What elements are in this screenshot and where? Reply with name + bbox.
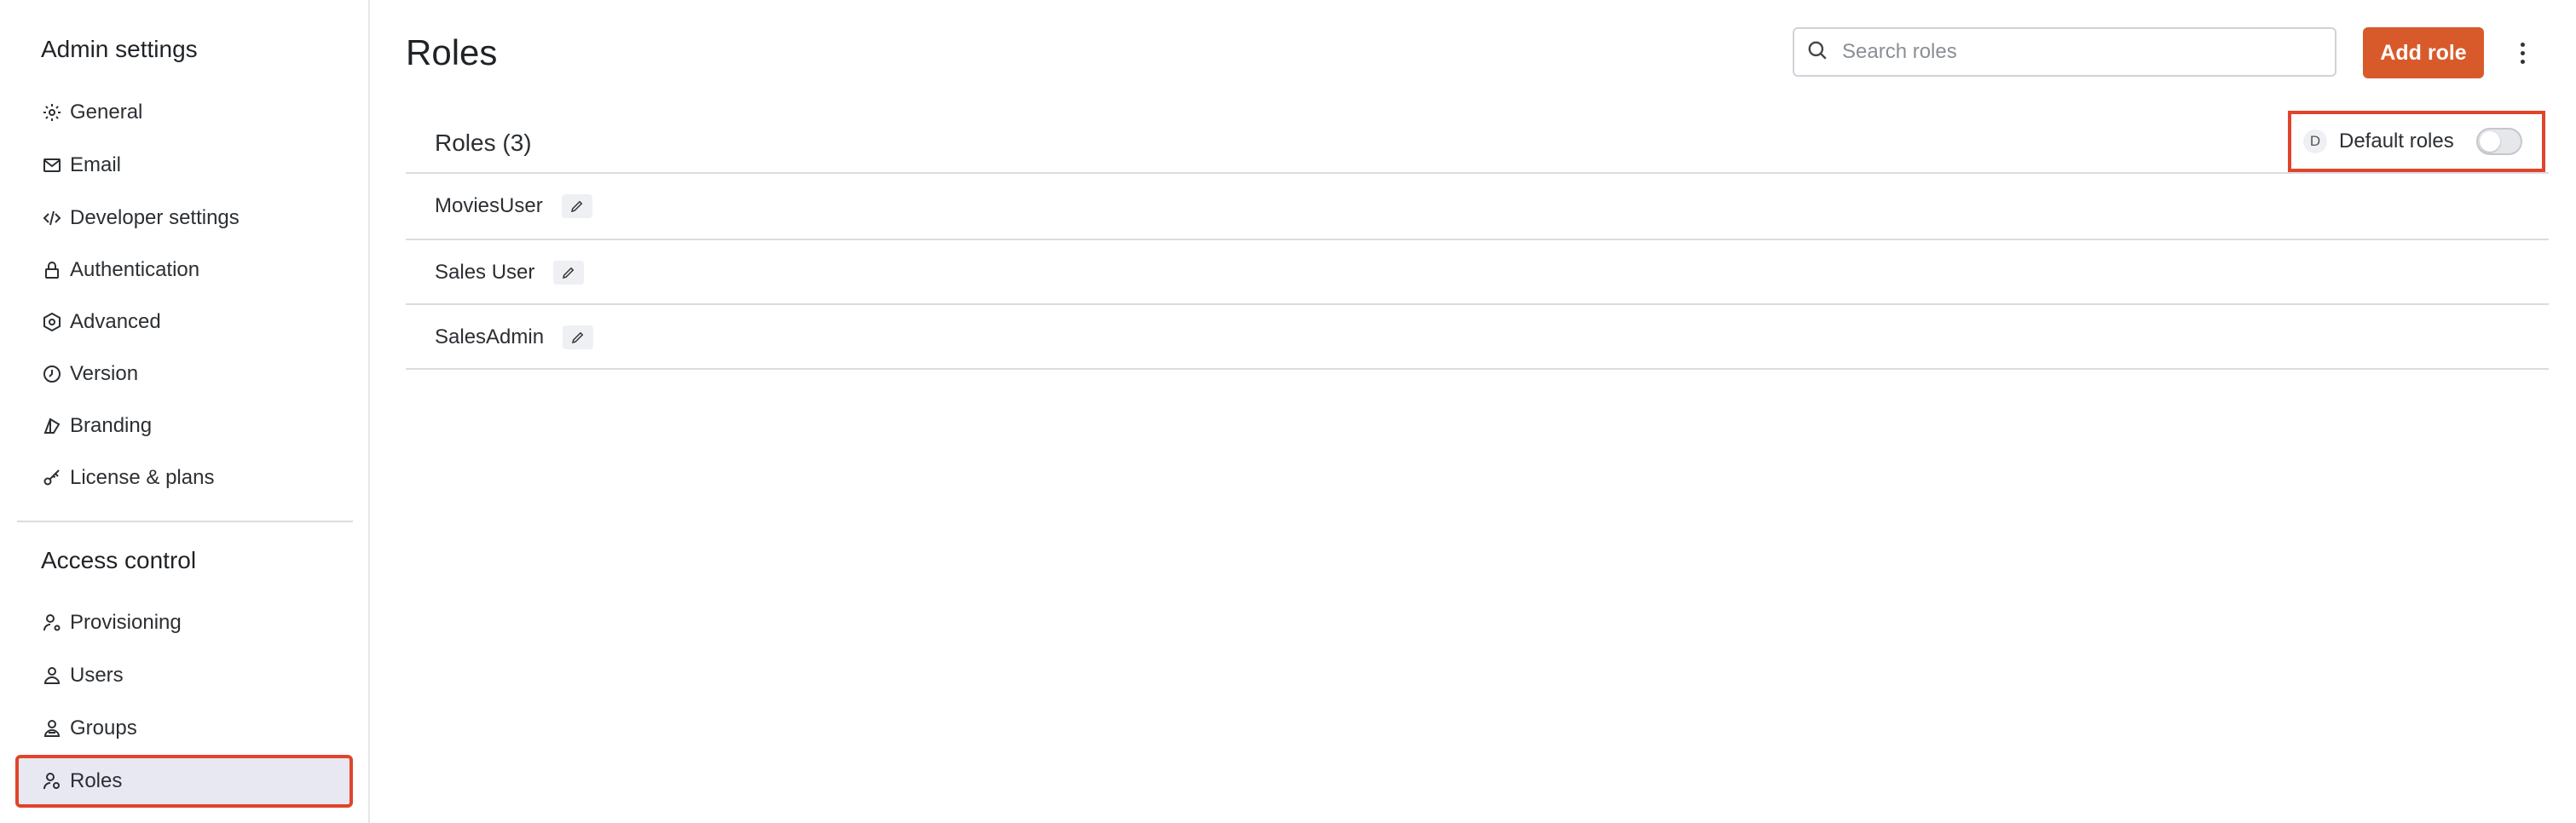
hex-gear-icon [41, 311, 63, 333]
sidebar-item-label: Users [70, 664, 124, 687]
default-roles-control: D Default roles [2288, 111, 2545, 172]
sidebar-item-label: Email [70, 153, 122, 176]
sidebar-item-label: License & plans [70, 466, 215, 489]
user-icon [41, 665, 63, 687]
sidebar-item-provisioning[interactable]: Provisioning [17, 598, 351, 647]
default-roles-label: Default roles [2339, 129, 2454, 153]
roles-count-header: Roles (3) [435, 129, 532, 156]
sidebar-item-roles[interactable]: Roles [15, 755, 353, 808]
sidebar-item-advanced[interactable]: Advanced [17, 297, 351, 347]
sidebar-item-version[interactable]: Version [17, 349, 351, 399]
sidebar-item-general[interactable]: General [17, 88, 351, 137]
sidebar-item-email[interactable]: Email [17, 141, 351, 190]
sidebar-item-label: Provisioning [70, 611, 182, 634]
sidebar-item-users[interactable]: Users [17, 651, 351, 700]
sidebar-item-label: Authentication [70, 258, 200, 281]
toggle-knob [2479, 131, 2500, 152]
sidebar-item-label: Branding [70, 414, 153, 437]
palette-icon [41, 415, 63, 437]
group-icon [41, 717, 63, 740]
table-row[interactable]: Sales User [406, 240, 2549, 305]
pencil-icon[interactable] [561, 194, 592, 218]
key-icon [41, 467, 63, 489]
table-divider [406, 368, 2549, 370]
pencil-icon[interactable] [553, 261, 585, 285]
page-title: Roles [406, 32, 498, 72]
mail-icon [41, 154, 63, 176]
sidebar-item-authentication[interactable]: Authentication [17, 245, 351, 295]
sidebar-item-license-plans[interactable]: License & plans [17, 453, 351, 503]
sidebar-item-label: Advanced [70, 310, 161, 333]
gear-icon [41, 101, 63, 124]
sidebar-item-branding[interactable]: Branding [17, 401, 351, 451]
admin-settings-heading: Admin settings [41, 36, 198, 62]
more-options-icon[interactable] [2510, 34, 2535, 72]
sidebar: Admin settings General Email Developer s… [0, 0, 370, 823]
sidebar-item-label: Roles [70, 769, 123, 792]
user-badge-icon [41, 770, 63, 792]
pencil-icon[interactable] [563, 325, 594, 349]
user-gear-icon [41, 612, 63, 634]
default-badge: D [2303, 129, 2327, 153]
access-control-heading: Access control [41, 547, 197, 573]
default-roles-toggle[interactable] [2475, 128, 2522, 155]
add-role-button[interactable]: Add role [2363, 27, 2484, 78]
table-row[interactable]: SalesAdmin [406, 305, 2549, 370]
sidebar-item-developer-settings[interactable]: Developer settings [17, 193, 351, 243]
search-box[interactable] [1793, 27, 2336, 77]
table-row[interactable]: MoviesUser [406, 174, 2549, 239]
sidebar-item-label: Version [70, 362, 139, 385]
code-icon [41, 207, 63, 229]
sidebar-divider [17, 521, 353, 522]
role-name: Sales User [435, 261, 535, 284]
sidebar-item-label: General [70, 101, 143, 124]
role-name: SalesAdmin [435, 325, 545, 348]
search-icon [1806, 39, 1828, 66]
sidebar-item-groups[interactable]: Groups [17, 704, 351, 753]
lock-icon [41, 259, 63, 281]
role-name: MoviesUser [435, 194, 543, 217]
search-input[interactable] [1840, 39, 2321, 65]
clock-icon [41, 363, 63, 385]
sidebar-item-label: Developer settings [70, 206, 240, 229]
sidebar-item-label: Groups [70, 717, 137, 740]
